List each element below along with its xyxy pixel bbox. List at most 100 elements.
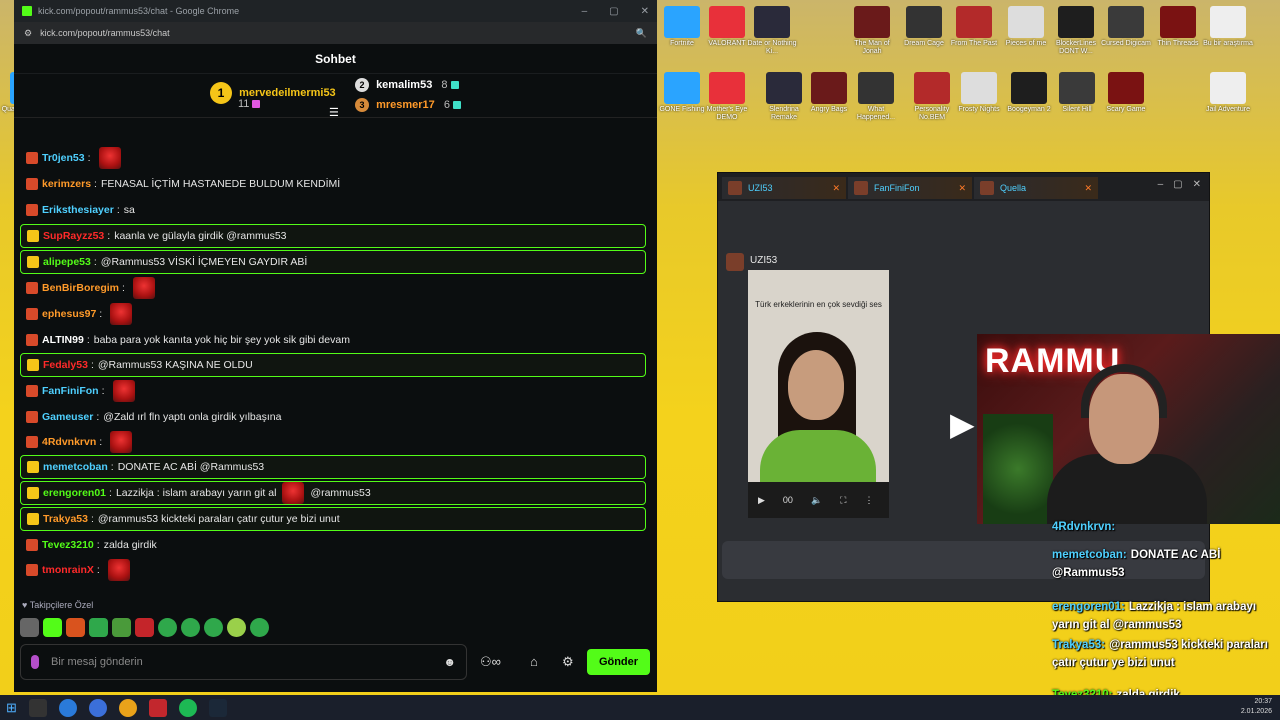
- chat-message[interactable]: FanFiniFon:: [20, 379, 646, 403]
- chat-username[interactable]: ephesus97: [42, 308, 96, 320]
- chat-username[interactable]: memetcoban: [43, 461, 108, 473]
- chat-username[interactable]: Gameuser: [42, 411, 93, 423]
- emote-icon[interactable]: [66, 618, 85, 637]
- maximize-icon[interactable]: ▢: [1173, 179, 1182, 190]
- tab-uzi53[interactable]: UZI53 ✕: [722, 177, 846, 199]
- settings-gear-icon[interactable]: ⚙: [562, 654, 574, 670]
- user-avatar[interactable]: [726, 253, 744, 271]
- gifter-3[interactable]: 3 mresmer17 6: [355, 98, 461, 112]
- emote-icon[interactable]: [43, 618, 62, 637]
- desktop-shortcut[interactable]: Mother's Eye DEMO: [699, 72, 755, 122]
- desktop-shortcut[interactable]: Jail Adventure: [1200, 72, 1256, 114]
- chat-username[interactable]: FanFiniFon: [42, 385, 99, 397]
- big-play-icon[interactable]: ▶: [950, 405, 975, 443]
- desktop-shortcut[interactable]: Thin Threads: [1150, 6, 1206, 48]
- chat-message[interactable]: ephesus97:: [20, 302, 646, 326]
- app-icon[interactable]: [58, 698, 77, 717]
- chat-username[interactable]: alipepe53: [43, 256, 91, 268]
- gift-shop-icon[interactable]: ⌂: [530, 654, 538, 669]
- chat-username[interactable]: tmonrainX: [42, 564, 94, 576]
- voicemeeter-icon[interactable]: [148, 698, 167, 717]
- chat-message-list[interactable]: Tr0jen53: kerimzers: FENASAL İÇTİM HASTANE…: [14, 138, 657, 590]
- video-attachment[interactable]: Türk erkeklerinin en çok sevdiği ses ▶ 0…: [748, 270, 889, 518]
- app-icon[interactable]: [88, 698, 107, 717]
- volume-icon[interactable]: 🔈: [811, 495, 822, 506]
- desktop-shortcut[interactable]: Bu bir araştırma: [1200, 6, 1256, 48]
- emote-icon[interactable]: [135, 618, 154, 637]
- close-icon[interactable]: ✕: [1193, 179, 1201, 190]
- search-icon[interactable]: [28, 698, 47, 717]
- desktop-shortcut[interactable]: What Happened...: [848, 72, 904, 122]
- gifter-1[interactable]: 1 mervedeilmermi53: [210, 82, 336, 104]
- chat-username[interactable]: Tevez3210: [42, 539, 94, 551]
- message-author[interactable]: UZI53: [750, 255, 777, 266]
- emote-icon[interactable]: [204, 618, 223, 637]
- chat-message[interactable]: Eriksthesiayer: sa: [20, 198, 646, 222]
- close-icon[interactable]: ✕: [641, 6, 649, 17]
- more-icon[interactable]: ⋮: [864, 495, 873, 506]
- chat-message-input[interactable]: [51, 656, 444, 668]
- chat-message[interactable]: Tr0jen53:: [20, 146, 646, 170]
- emoji-picker-icon[interactable]: ☻: [443, 655, 456, 669]
- emote-icon[interactable]: [227, 618, 246, 637]
- system-tray[interactable]: 20:37 2.01.2026: [1241, 697, 1272, 717]
- chat-message[interactable]: Trakya53: @rammus53 kickteki paraları çat…: [20, 507, 646, 531]
- steam-icon[interactable]: [208, 698, 227, 717]
- chat-username[interactable]: kerimzers: [42, 178, 91, 190]
- maximize-icon[interactable]: ▢: [609, 6, 618, 17]
- chat-message[interactable]: Gameuser: @Zald ırl fln yaptı onla girdik…: [20, 405, 646, 429]
- site-settings-icon[interactable]: ⚙: [24, 28, 32, 39]
- chat-username[interactable]: Trakya53: [43, 513, 88, 525]
- chat-input-box[interactable]: ☻: [20, 644, 467, 680]
- spotify-icon[interactable]: [178, 698, 197, 717]
- chat-message[interactable]: tmonrainX:: [20, 558, 646, 582]
- chat-username[interactable]: BenBirBoregim: [42, 282, 119, 294]
- mic-icon[interactable]: [31, 655, 39, 669]
- desktop-shortcut[interactable]: Dream Cage: [896, 6, 952, 48]
- emote-icon[interactable]: [250, 618, 269, 637]
- emote-icon[interactable]: [20, 618, 39, 637]
- emote-icon[interactable]: [89, 618, 108, 637]
- chat-username[interactable]: Eriksthesiayer: [42, 204, 114, 216]
- desktop-shortcut[interactable]: Cursed Digicam: [1098, 6, 1154, 48]
- fullscreen-icon[interactable]: ⛶: [840, 495, 846, 506]
- tab-fanfinifon[interactable]: FanFiniFon ✕: [848, 177, 972, 199]
- tab-quella[interactable]: Quella ✕: [974, 177, 1098, 199]
- emote-icon[interactable]: [158, 618, 177, 637]
- chat-message[interactable]: kerimzers: FENASAL İÇTİM HASTANEDE BULDUM…: [20, 172, 646, 196]
- chat-username[interactable]: erengoren01: [43, 487, 106, 499]
- chat-username[interactable]: 4Rdvnkrvn: [42, 436, 96, 448]
- chat-message[interactable]: BenBirBoregim:: [20, 276, 646, 300]
- minimize-icon[interactable]: –: [1158, 179, 1164, 190]
- gifter-2[interactable]: 2 kemalim53 8: [355, 78, 459, 92]
- chat-message[interactable]: erengoren01: Lazzikja : islam arabayı yar…: [20, 481, 646, 505]
- desktop-shortcut[interactable]: Pieces of me: [998, 6, 1054, 48]
- desktop-shortcut[interactable]: Date or Nothing Ki...: [744, 6, 800, 56]
- chat-username[interactable]: Fedaly53: [43, 359, 88, 371]
- desktop-shortcut[interactable]: Scary Game: [1098, 72, 1154, 114]
- url-bar[interactable]: ⚙ kick.com/popout/rammus53/chat 🔍: [14, 22, 657, 44]
- chat-message[interactable]: SupRayzz53: kaanla ve gülayla girdik @ram…: [20, 224, 646, 248]
- send-button[interactable]: Gönder: [587, 649, 650, 675]
- windows-start-icon[interactable]: ⊞: [6, 700, 17, 716]
- emote-icon[interactable]: [112, 618, 131, 637]
- desktop-shortcut[interactable]: Silent Hill: [1049, 72, 1105, 114]
- play-icon[interactable]: ▶: [758, 495, 765, 506]
- chat-message[interactable]: 4Rdvnkrvn:: [20, 430, 646, 454]
- desktop-shortcut[interactable]: Frosty Nights: [951, 72, 1007, 114]
- chat-message[interactable]: alipepe53: @Rammus53 VİSKİ İÇMEYEN GAYDIR…: [20, 250, 646, 274]
- desktop-shortcut[interactable]: From The Past: [946, 6, 1002, 48]
- users-icon[interactable]: ⚇∞: [480, 654, 501, 670]
- chat-username[interactable]: Tr0jen53: [42, 152, 85, 164]
- chat-username[interactable]: SupRayzz53: [43, 230, 104, 242]
- chat-message[interactable]: ALTIN99: baba para yok kanıta yok hiç bir…: [20, 328, 646, 352]
- emote-icon[interactable]: [181, 618, 200, 637]
- chat-username[interactable]: ALTIN99: [42, 334, 84, 346]
- desktop-shortcut[interactable]: BlockerLines DONT W...: [1048, 6, 1104, 56]
- chrome-icon[interactable]: [118, 698, 137, 717]
- chat-message[interactable]: Tevez3210: zalda girdik: [20, 533, 646, 557]
- zoom-icon[interactable]: 🔍: [636, 28, 647, 39]
- chat-message[interactable]: memetcoban: DONATE AC ABİ @Rammus53: [20, 455, 646, 479]
- desktop-shortcut[interactable]: The Man of Jonah: [844, 6, 900, 56]
- minimize-icon[interactable]: –: [582, 6, 588, 17]
